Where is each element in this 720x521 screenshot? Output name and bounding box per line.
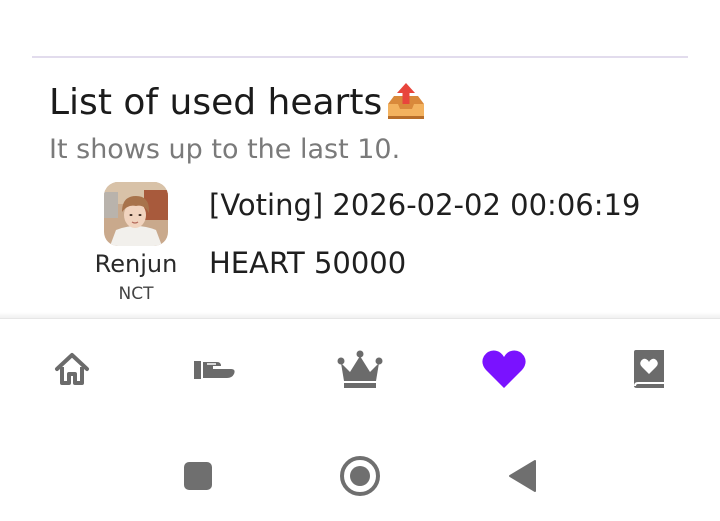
heart-usage-entry: Renjun NCT [Voting] 2026-02-02 00:06:19 … <box>92 182 692 306</box>
idol-group: NCT <box>118 284 154 304</box>
crown-icon <box>337 350 383 388</box>
section-subtitle: It shows up to the last 10. <box>49 134 401 165</box>
nav-ranking[interactable] <box>336 347 384 391</box>
idol-name: Renjun <box>94 250 178 278</box>
section-title: List of used hearts <box>49 78 428 126</box>
nav-give[interactable] <box>190 347 238 391</box>
recents-button[interactable] <box>176 454 220 498</box>
system-nav-bar <box>0 430 720 521</box>
recents-square-icon <box>184 462 212 490</box>
hand-give-icon <box>194 361 235 379</box>
nav-home[interactable] <box>48 347 96 391</box>
heart-icon <box>482 350 526 388</box>
nav-hearts[interactable] <box>480 347 528 391</box>
top-divider <box>32 56 688 58</box>
idol-avatar[interactable] <box>104 182 168 246</box>
system-home-button[interactable] <box>338 454 382 498</box>
back-button[interactable] <box>500 454 544 498</box>
entry-heart-amount: HEART 50000 <box>209 246 407 280</box>
back-triangle-icon <box>509 460 536 492</box>
home-circle-icon <box>340 456 380 496</box>
bottom-nav <box>0 318 720 429</box>
entry-voting-timestamp: [Voting] 2026-02-02 00:06:19 <box>209 188 641 222</box>
outbox-tray-icon <box>384 80 428 124</box>
nav-book[interactable] <box>624 347 672 391</box>
heart-book-icon <box>634 350 664 388</box>
home-icon <box>55 353 89 385</box>
section-title-text: List of used hearts <box>49 81 383 123</box>
